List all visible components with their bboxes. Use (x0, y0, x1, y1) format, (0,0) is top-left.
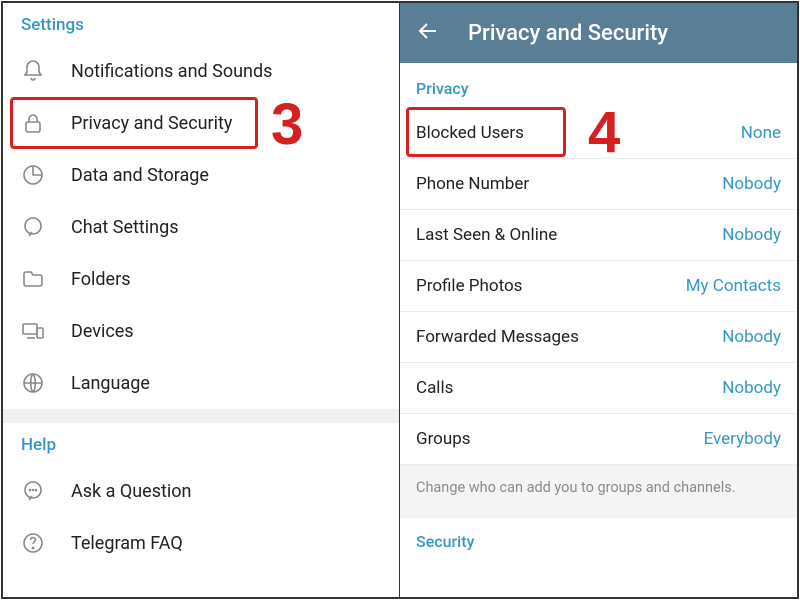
pref-value: Nobody (722, 174, 781, 194)
settings-item-data-storage[interactable]: Data and Storage (3, 149, 399, 201)
pref-groups[interactable]: Groups Everybody (400, 414, 797, 465)
section-help-text: Change who can add you to groups and cha… (400, 465, 797, 518)
privacy-security-panel: Privacy and Security Privacy Blocked Use… (400, 3, 797, 597)
pref-label: Last Seen & Online (416, 225, 557, 245)
settings-item-label: Devices (71, 321, 134, 342)
pref-label: Groups (416, 429, 471, 449)
settings-item-label: Notifications and Sounds (71, 61, 272, 82)
pref-value: Everybody (704, 429, 781, 449)
section-title-privacy: Privacy (400, 63, 797, 108)
help-item-label: Telegram FAQ (71, 533, 183, 554)
settings-item-label: Data and Storage (71, 165, 209, 186)
settings-item-chat-settings[interactable]: Chat Settings (3, 201, 399, 253)
appbar: Privacy and Security (400, 3, 797, 63)
pref-label: Blocked Users (416, 123, 524, 143)
pref-blocked-users[interactable]: Blocked Users None (400, 108, 797, 159)
section-title-security: Security (400, 518, 797, 561)
back-icon[interactable] (416, 19, 440, 47)
section-title-help: Help (3, 423, 399, 465)
chat-icon (21, 215, 45, 239)
section-title-settings: Settings (3, 3, 399, 45)
question-icon (21, 479, 45, 503)
settings-item-language[interactable]: Language (3, 357, 399, 409)
pref-label: Profile Photos (416, 276, 522, 296)
settings-item-label: Folders (71, 269, 131, 290)
pref-value: My Contacts (686, 276, 781, 296)
appbar-title: Privacy and Security (468, 21, 668, 46)
settings-item-devices[interactable]: Devices (3, 305, 399, 357)
settings-item-label: Chat Settings (71, 217, 179, 238)
bell-icon (21, 59, 45, 83)
pref-value: Nobody (722, 378, 781, 398)
pref-value: Nobody (722, 327, 781, 347)
pref-value: Nobody (722, 225, 781, 245)
pref-label: Phone Number (416, 174, 529, 194)
settings-panel: Settings Notifications and Sounds Privac… (3, 3, 400, 597)
help-item-ask-question[interactable]: Ask a Question (3, 465, 399, 517)
settings-item-label: Language (71, 373, 150, 394)
globe-icon (21, 371, 45, 395)
pref-label: Forwarded Messages (416, 327, 579, 347)
lock-icon (21, 111, 45, 135)
settings-item-label: Privacy and Security (71, 113, 232, 134)
chart-icon (21, 163, 45, 187)
pref-profile-photos[interactable]: Profile Photos My Contacts (400, 261, 797, 312)
pref-label: Calls (416, 378, 453, 398)
settings-item-notifications[interactable]: Notifications and Sounds (3, 45, 399, 97)
devices-icon (21, 319, 45, 343)
pref-last-seen[interactable]: Last Seen & Online Nobody (400, 210, 797, 261)
section-divider (3, 409, 399, 423)
pref-forwarded-messages[interactable]: Forwarded Messages Nobody (400, 312, 797, 363)
folder-icon (21, 267, 45, 291)
help-item-label: Ask a Question (71, 481, 192, 502)
pref-calls[interactable]: Calls Nobody (400, 363, 797, 414)
help-item-faq[interactable]: Telegram FAQ (3, 517, 399, 569)
settings-item-privacy-security[interactable]: Privacy and Security (3, 97, 399, 149)
pref-value: None (741, 123, 781, 143)
pref-phone-number[interactable]: Phone Number Nobody (400, 159, 797, 210)
settings-item-folders[interactable]: Folders (3, 253, 399, 305)
faq-icon (21, 531, 45, 555)
